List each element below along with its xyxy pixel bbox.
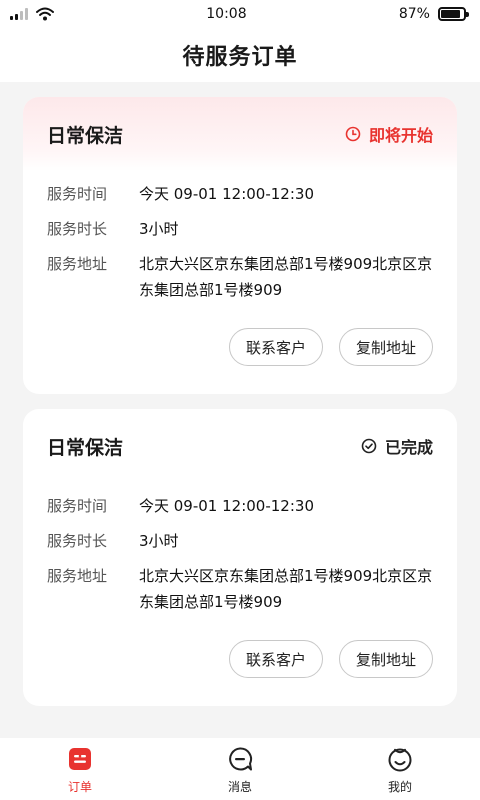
wifi-icon xyxy=(36,7,54,21)
detail-label: 服务时长 xyxy=(47,532,108,550)
tab-label: 消息 xyxy=(227,780,252,794)
tab-orders[interactable]: 订单 xyxy=(0,738,160,795)
order-details: 服务时间 今天 09-01 12:00-12:30 服务时长 3小时 服务地址 … xyxy=(23,171,457,303)
detail-label: 服务地址 xyxy=(47,567,108,585)
battery-icon xyxy=(437,7,469,21)
detail-label: 服务地址 xyxy=(47,255,108,273)
contact-customer-button[interactable]: 联系客户 xyxy=(228,640,323,678)
profile-icon xyxy=(388,748,412,772)
detail-label: 服务时间 xyxy=(47,185,108,203)
order-icon xyxy=(69,748,91,770)
detail-value: 北京大兴区京东集团总部1号楼909北京区京东集团总部1号楼909 xyxy=(139,567,433,611)
order-card[interactable]: 日常保洁 即将开始 服务时间 今天 09-01 12:00-12:30 服务时长… xyxy=(23,97,457,394)
order-status-label: 即将开始 xyxy=(368,126,433,145)
order-details: 服务时间 今天 09-01 12:00-12:30 服务时长 3小时 服务地址 … xyxy=(23,483,457,615)
detail-row-time: 服务时间 今天 09-01 12:00-12:30 xyxy=(47,181,433,207)
order-title: 日常保洁 xyxy=(47,436,124,459)
tab-profile[interactable]: 我的 xyxy=(320,738,480,795)
order-status: 已完成 xyxy=(361,434,433,458)
order-status: 即将开始 xyxy=(345,122,433,146)
order-card-header: 日常保洁 即将开始 xyxy=(23,97,457,171)
detail-label: 服务时长 xyxy=(47,220,108,238)
status-left xyxy=(10,7,54,21)
order-actions: 联系客户 复制地址 xyxy=(228,328,433,366)
status-right: 87% xyxy=(398,6,469,22)
battery-percent: 87% xyxy=(398,6,430,22)
detail-value: 北京大兴区京东集团总部1号楼909北京区京东集团总部1号楼909 xyxy=(139,255,433,299)
tab-label: 我的 xyxy=(387,780,412,794)
tab-messages[interactable]: 消息 xyxy=(160,738,320,795)
message-icon xyxy=(229,747,253,771)
detail-row-address: 服务地址 北京大兴区京东集团总部1号楼909北京区京东集团总部1号楼909 xyxy=(47,563,433,615)
page-title: 待服务订单 xyxy=(182,45,298,70)
contact-customer-button[interactable]: 联系客户 xyxy=(228,328,323,366)
copy-address-button[interactable]: 复制地址 xyxy=(338,328,433,366)
detail-value: 3小时 xyxy=(139,532,179,550)
detail-value: 今天 09-01 12:00-12:30 xyxy=(139,497,314,515)
order-card[interactable]: 日常保洁 已完成 服务时间 今天 09-01 12:00-12:30 服务时长 … xyxy=(23,409,457,706)
order-status-label: 已完成 xyxy=(384,438,433,457)
bottom-tab-bar: 订单 消息 我的 xyxy=(0,738,480,800)
detail-row-time: 服务时间 今天 09-01 12:00-12:30 xyxy=(47,493,433,519)
status-bar: 10:08 87% xyxy=(0,0,480,28)
order-title: 日常保洁 xyxy=(47,124,124,147)
tab-label: 订单 xyxy=(67,780,92,794)
page-header: 待服务订单 xyxy=(0,28,480,82)
detail-row-address: 服务地址 北京大兴区京东集团总部1号楼909北京区京东集团总部1号楼909 xyxy=(47,251,433,303)
copy-address-button[interactable]: 复制地址 xyxy=(338,640,433,678)
clock-icon xyxy=(345,126,361,142)
status-time: 10:08 xyxy=(206,6,247,22)
signal-icon xyxy=(10,8,28,20)
detail-value: 今天 09-01 12:00-12:30 xyxy=(139,185,314,203)
detail-label: 服务时间 xyxy=(47,497,108,515)
detail-row-duration: 服务时长 3小时 xyxy=(47,216,433,242)
detail-row-duration: 服务时长 3小时 xyxy=(47,528,433,554)
detail-value: 3小时 xyxy=(139,220,179,238)
check-circle-icon xyxy=(361,438,377,454)
order-card-header: 日常保洁 已完成 xyxy=(23,409,457,483)
order-actions: 联系客户 复制地址 xyxy=(228,640,433,678)
